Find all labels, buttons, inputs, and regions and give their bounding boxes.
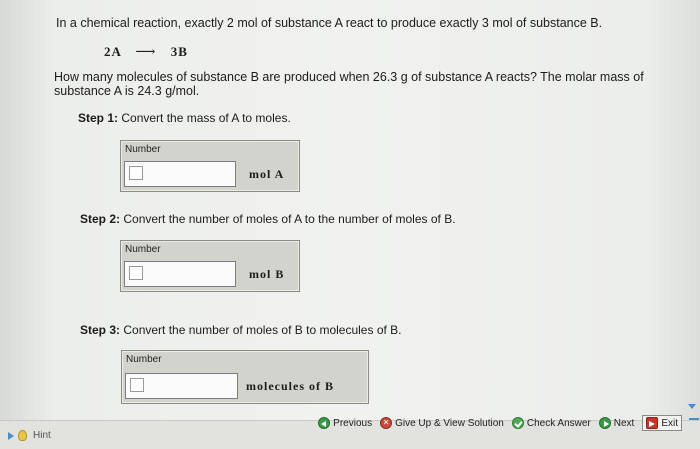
expand-arrow-icon — [8, 431, 14, 440]
step-3-number-label: Number — [126, 354, 162, 365]
step-3-number-input[interactable] — [130, 378, 144, 392]
hint-label: Hint — [33, 430, 51, 441]
check-icon — [511, 417, 524, 429]
previous-button[interactable]: Previous — [318, 417, 372, 429]
step-2-label: Step 2: — [80, 212, 121, 226]
step-1-text: Convert the mass of A to moles. — [121, 111, 291, 125]
reaction-arrow-icon: ⟶ — [135, 45, 157, 60]
exit-label: Exit — [661, 417, 678, 429]
reaction-equation: 2A ⟶ 3B — [104, 44, 188, 61]
step-1: Step 1: Convert the mass of A to moles. — [78, 111, 291, 125]
next-button[interactable]: Next — [598, 417, 635, 429]
step-1-field-frame — [124, 161, 236, 187]
check-answer-button[interactable]: Check Answer — [511, 417, 591, 429]
step-3-field-frame — [125, 373, 238, 399]
step-1-label: Step 1: — [78, 111, 119, 125]
step-2-unit: mol B — [249, 267, 285, 281]
step-3-text: Convert the number of moles of B to mole… — [123, 323, 402, 337]
exit-button[interactable]: Exit — [642, 415, 682, 431]
assignment-page: In a chemical reaction, exactly 2 mol of… — [0, 0, 700, 449]
exit-icon — [646, 417, 659, 429]
step-1-number-label: Number — [125, 144, 161, 155]
step-2-number-input[interactable] — [129, 266, 143, 280]
step-1-answer-box: Number mol A — [120, 140, 300, 192]
give-up-label: Give Up & View Solution — [395, 417, 504, 429]
next-icon — [598, 417, 611, 429]
hint-toggle[interactable]: Hint — [8, 430, 51, 441]
previous-label: Previous — [333, 417, 373, 429]
step-2-field-frame — [124, 261, 236, 287]
step-1-number-input[interactable] — [129, 166, 143, 180]
equation-reactant: 2A — [104, 44, 122, 59]
step-3: Step 3: Convert the number of moles of B… — [80, 323, 402, 337]
step-2-number-label: Number — [125, 244, 161, 255]
next-label: Next — [613, 417, 635, 429]
check-answer-label: Check Answer — [526, 417, 591, 429]
navigation-buttons: Previous ✕ Give Up & View Solution Check… — [310, 414, 682, 432]
equation-product: 3B — [170, 44, 188, 59]
previous-icon — [318, 417, 331, 429]
question-text: In a chemical reaction, exactly 2 mol of… — [56, 16, 603, 30]
step-3-answer-box: Number molecules of B — [121, 350, 369, 404]
scroll-down-icon[interactable] — [688, 404, 696, 409]
give-up-button[interactable]: ✕ Give Up & View Solution — [380, 417, 504, 429]
question-prompt: How many molecules of substance B are pr… — [54, 70, 644, 98]
step-2: Step 2: Convert the number of moles of A… — [80, 212, 456, 226]
step-3-unit: molecules of B — [246, 379, 334, 393]
give-up-icon: ✕ — [380, 417, 393, 429]
step-2-text: Convert the number of moles of A to the … — [123, 212, 456, 226]
step-3-label: Step 3: — [80, 323, 121, 337]
lightbulb-icon — [18, 430, 27, 441]
step-2-answer-box: Number mol B — [120, 240, 300, 292]
step-1-unit: mol A — [249, 167, 285, 181]
